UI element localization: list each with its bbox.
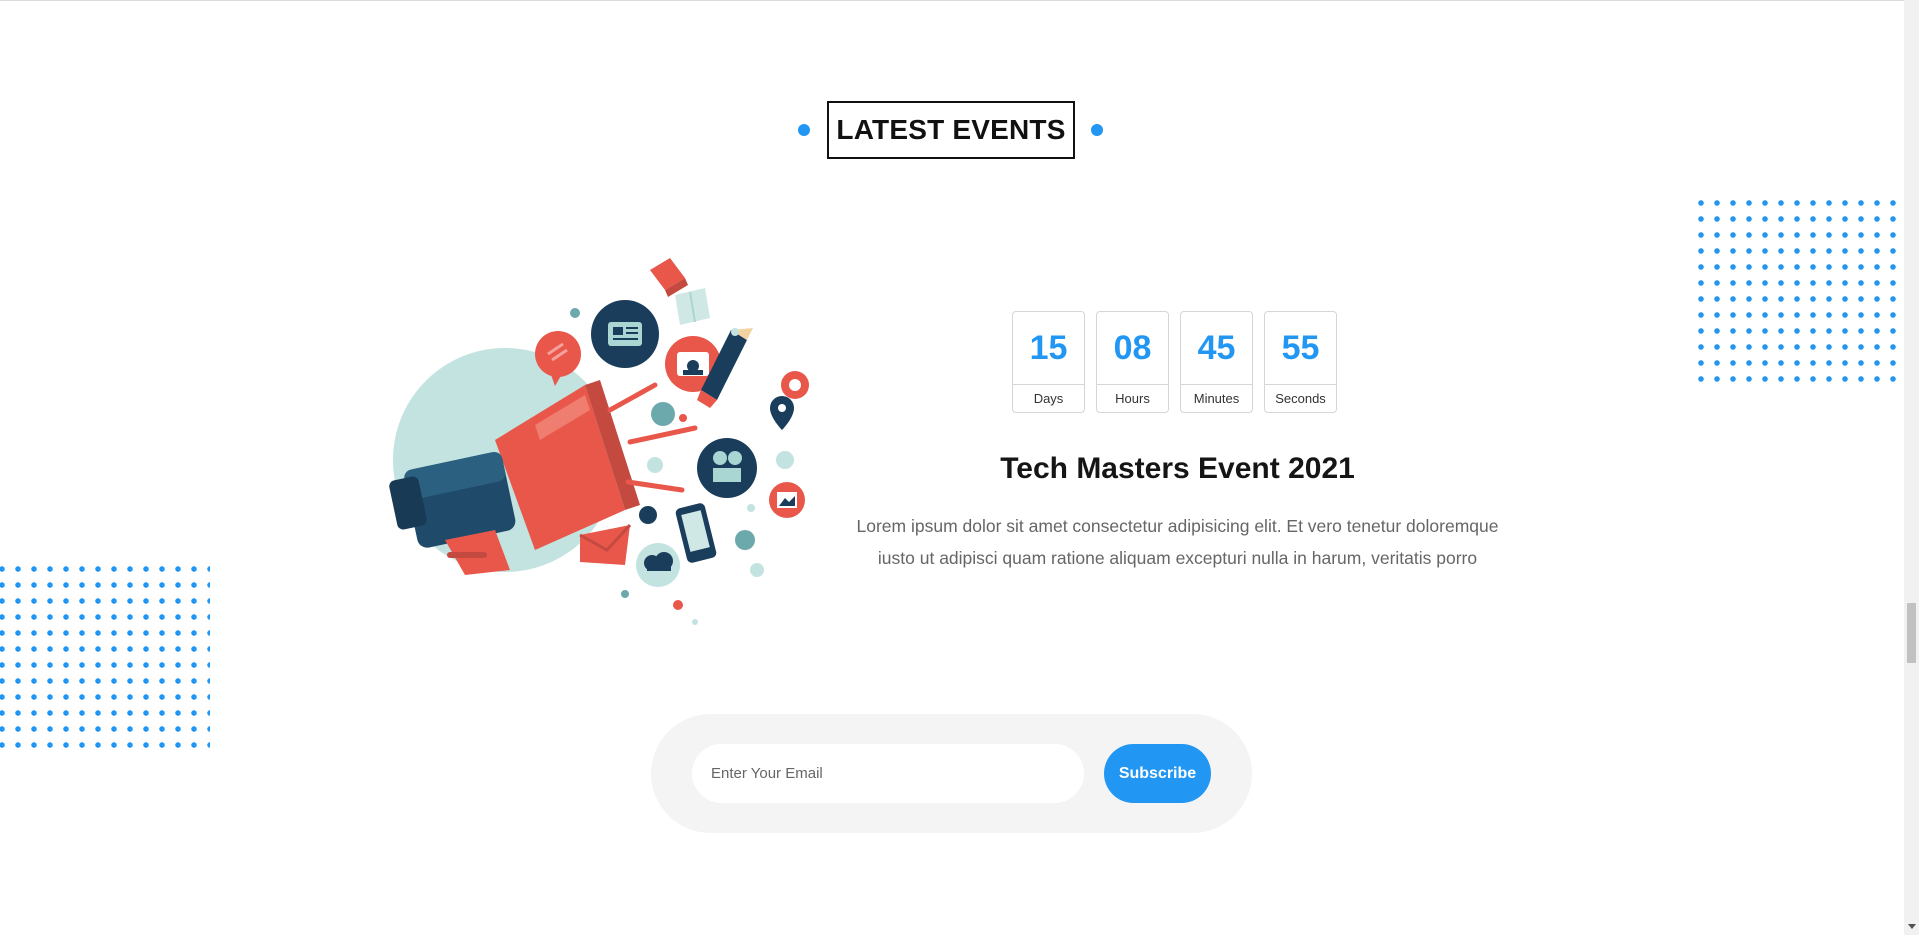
scrollbar-thumb[interactable]	[1907, 603, 1916, 663]
page: LATEST EVENTS 15 Days 08 Hours 45 Minute…	[0, 0, 1919, 935]
countdown-label: Seconds	[1275, 391, 1326, 406]
countdown-timer: 15 Days 08 Hours 45 Minutes 55 Seconds	[1012, 311, 1337, 413]
countdown-value: 15	[1013, 312, 1084, 385]
countdown-seconds: 55 Seconds	[1264, 311, 1337, 413]
heading-dot-right	[1091, 124, 1103, 136]
countdown-hours: 08 Hours	[1096, 311, 1169, 413]
countdown-label: Hours	[1115, 391, 1150, 406]
vertical-scrollbar[interactable]	[1904, 0, 1919, 935]
countdown-value: 45	[1181, 312, 1252, 385]
event-title: Tech Masters Event 2021	[1000, 452, 1355, 485]
countdown-value: 55	[1265, 312, 1336, 385]
megaphone-illustration-icon	[385, 250, 815, 630]
top-divider	[0, 0, 1904, 1]
countdown-label: Minutes	[1193, 391, 1240, 406]
scroll-down-arrow-icon[interactable]	[1908, 924, 1916, 929]
section-heading: LATEST EVENTS	[795, 101, 1105, 159]
dot-pattern-left	[0, 561, 210, 757]
event-description: Lorem ipsum dolor sit amet consectetur a…	[856, 516, 1499, 568]
dot-pattern-right	[1693, 195, 1901, 391]
countdown-label: Days	[1033, 391, 1064, 406]
section-title: LATEST EVENTS	[827, 101, 1075, 159]
heading-dot-left	[798, 124, 810, 136]
subscribe-button[interactable]: Subscribe	[1104, 744, 1211, 803]
countdown-value: 08	[1097, 312, 1168, 385]
countdown-days: 15 Days	[1012, 311, 1085, 413]
subscribe-form: Subscribe	[651, 714, 1252, 833]
email-input[interactable]	[692, 744, 1084, 803]
countdown-minutes: 45 Minutes	[1180, 311, 1253, 413]
